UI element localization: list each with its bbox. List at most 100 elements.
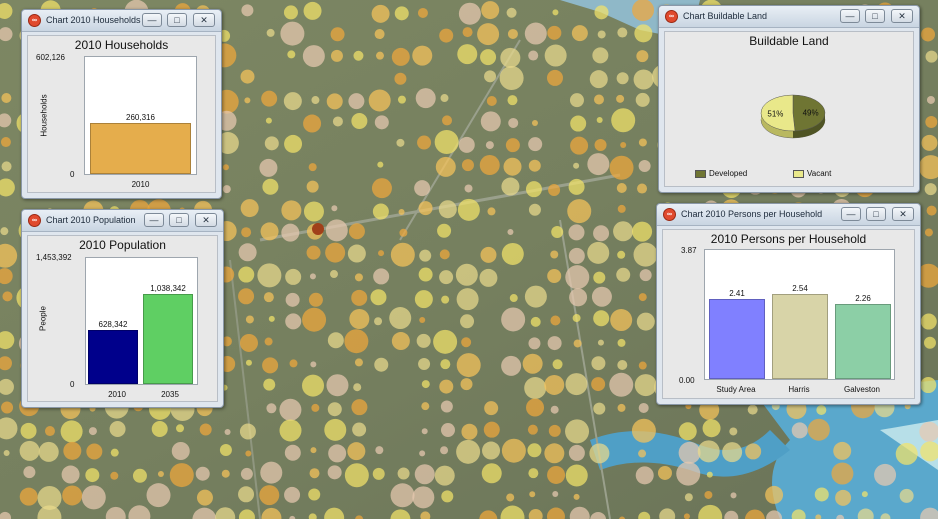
households-chart-window[interactable]: ∞ Chart 2010 Households — □ ✕ 2010 House… [21,9,222,199]
window-titlebar[interactable]: ∞ Chart 2010 Persons per Household — □ ✕ [657,204,920,226]
bar-value-label: 2.54 [792,284,808,293]
window-titlebar[interactable]: ∞ Chart Buildable Land — □ ✕ [659,6,919,28]
y-tick-max: 1,453,392 [36,253,72,262]
density-dot [704,490,713,499]
close-button[interactable]: ✕ [891,9,913,23]
window-titlebar[interactable]: ∞ Chart 2010 Population — □ ✕ [22,210,223,232]
density-dot [506,7,517,18]
density-dot [528,50,539,61]
y-tick-min: 0.00 [679,376,695,385]
density-dot [421,428,428,435]
density-dot [706,471,713,478]
minimize-button[interactable]: — [144,213,164,227]
density-dot [729,427,738,436]
density-dot [440,446,449,455]
density-dot [597,30,606,39]
density-dot [617,359,628,370]
density-dot [284,134,303,153]
density-dot [441,295,450,304]
window-titlebar[interactable]: ∞ Chart 2010 Households — □ ✕ [22,10,221,32]
density-dot [594,138,607,151]
density-dot [528,137,543,152]
density-dot [285,268,302,285]
density-dot [348,93,365,110]
buildable-land-chart-window[interactable]: ∞ Chart Buildable Land — □ ✕ Buildable L… [658,5,920,193]
close-button[interactable]: ✕ [195,213,217,227]
density-dot [501,307,526,332]
maximize-button[interactable]: □ [169,213,189,227]
density-dot [344,329,369,354]
density-dot [503,157,522,176]
maximize-button[interactable]: □ [866,207,886,221]
density-dot [926,95,935,104]
density-dot [831,462,854,485]
maximize-button[interactable]: □ [167,13,187,27]
density-dot [568,444,585,461]
density-dot [370,289,387,306]
density-dot [221,469,230,478]
density-dot [244,97,251,104]
bar-harris [772,294,828,379]
density-dot [457,198,480,221]
density-dot [327,465,342,480]
density-dot [372,203,389,220]
density-dot [306,245,321,260]
density-dot [224,428,231,435]
density-dot [522,353,543,374]
plot-area: 2.41 2.54 2.26 [704,249,895,380]
density-dot [480,246,497,263]
density-dot [635,466,654,485]
density-dot [920,313,937,330]
plot-area: 260,316 [84,56,197,175]
density-dot [481,1,500,20]
density-dot [85,468,100,483]
minimize-button[interactable]: — [841,207,861,221]
density-dot [592,47,609,64]
maximize-button[interactable]: □ [865,9,885,23]
density-dot [109,420,126,437]
density-dot [616,94,625,103]
density-dot [418,201,433,216]
density-dot [419,249,432,262]
minimize-button[interactable]: — [142,13,162,27]
density-dot [508,117,519,128]
close-button[interactable]: ✕ [193,13,215,27]
app-icon: ∞ [28,214,41,227]
density-dot [284,486,301,503]
density-dot [349,309,370,330]
density-dot [550,405,559,414]
legend-item-developed: Developed [695,169,747,178]
density-dot [458,136,475,153]
bar-study-area [709,299,765,379]
density-dot [457,44,478,65]
y-tick-max: 3.87 [681,246,697,255]
density-dot [238,288,255,305]
density-dot [3,450,10,457]
minimize-button[interactable]: — [840,9,860,23]
density-dot [390,242,415,267]
chart-title: 2010 Households [74,38,169,52]
density-dot [281,200,302,221]
density-dot [398,208,405,215]
density-dot [460,314,475,329]
density-dot [354,273,363,282]
density-dot [61,465,80,484]
density-dot [327,332,344,349]
density-dot [565,373,588,396]
density-dot [569,288,588,307]
app-icon: ∞ [663,208,676,221]
bar-2010 [90,123,191,174]
density-dot [263,292,274,303]
density-dot [678,441,701,464]
density-dot [477,23,500,46]
x-tick-label: 2035 [161,390,179,399]
density-dot [20,422,37,439]
density-dot [44,426,55,437]
density-dot [509,294,518,303]
close-button[interactable]: ✕ [892,207,914,221]
density-dot [348,223,365,240]
density-dot [528,159,541,172]
population-chart-window[interactable]: ∞ Chart 2010 Population — □ ✕ 2010 Popul… [21,209,224,408]
density-dot [461,337,472,348]
persons-per-household-chart-window[interactable]: ∞ Chart 2010 Persons per Household — □ ✕… [656,203,921,405]
